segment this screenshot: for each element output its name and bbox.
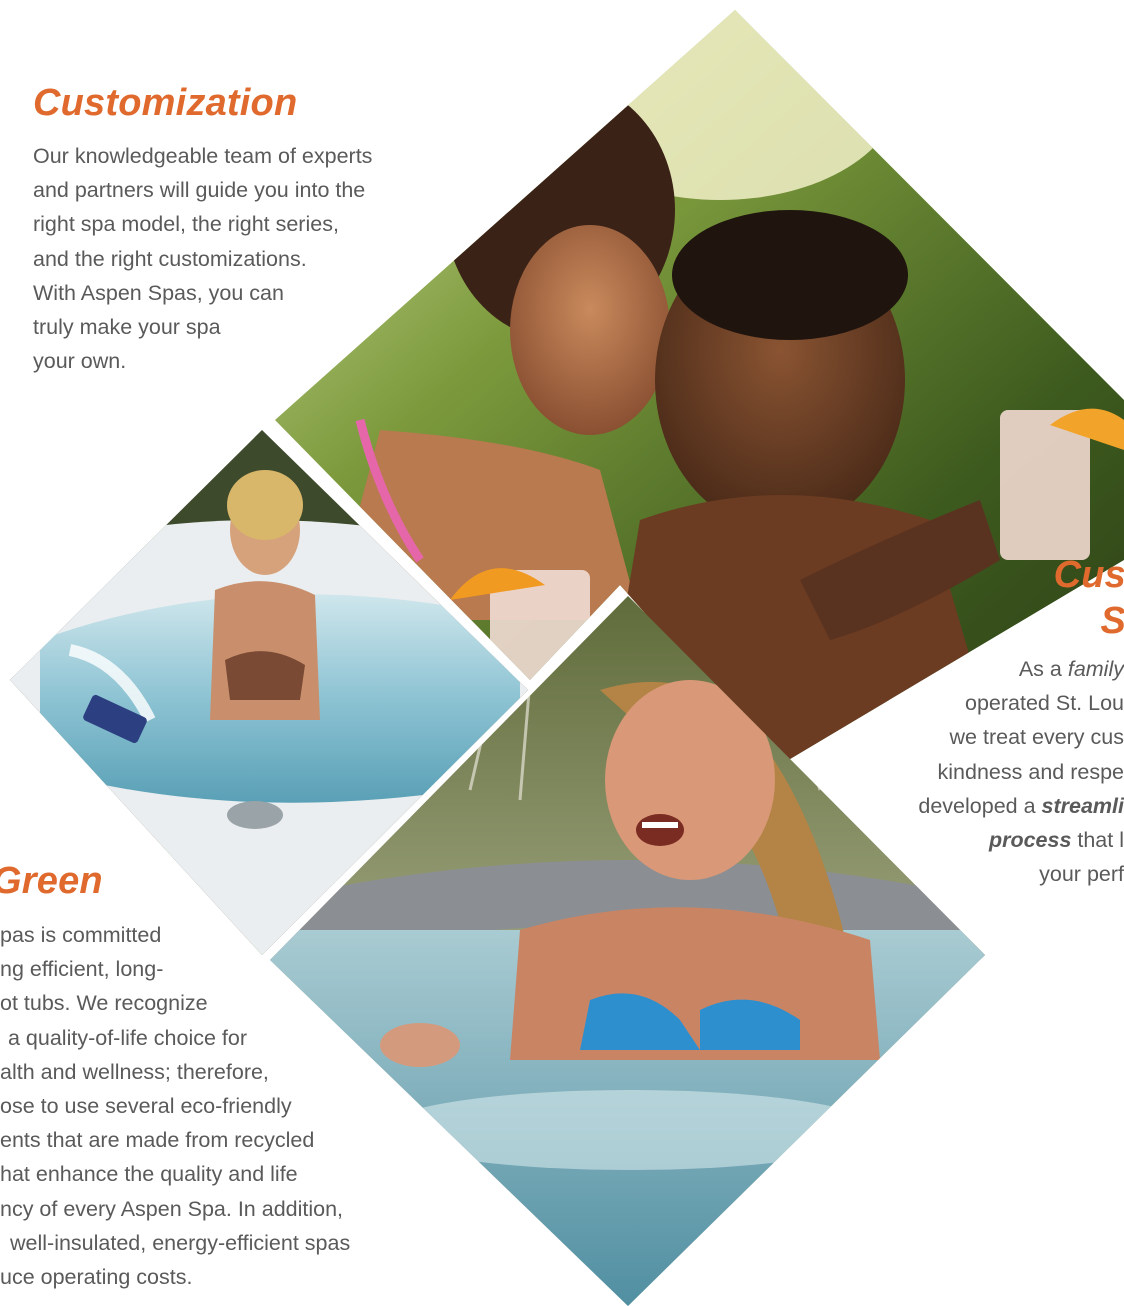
- service-line1-pre: As a: [1018, 657, 1068, 681]
- service-heading-line1: Cus: [1053, 554, 1124, 596]
- service-heading-line2: S: [1100, 600, 1124, 642]
- green-line: ng efficient, long-: [0, 957, 164, 982]
- service-line: we treat every cus: [949, 725, 1124, 750]
- customization-line: Our knowledgeable team of experts: [33, 144, 373, 168]
- customization-heading: Customization: [33, 82, 298, 124]
- green-line: alth and wellness; therefore,: [0, 1059, 269, 1084]
- customization-line: right spa model, the right series,: [33, 212, 339, 237]
- green-line: ncy of every Aspen Spa. In addition,: [0, 1196, 344, 1221]
- service-heading: Cus S: [924, 552, 1124, 644]
- service-line5-strong: streamli: [1041, 793, 1124, 818]
- customization-line: With Aspen Spas, you can: [33, 280, 284, 305]
- green-line: pas is committed: [0, 923, 162, 947]
- green-line: uce operating costs.: [0, 1265, 193, 1290]
- green-line: ents that are made from recycled: [0, 1128, 315, 1153]
- green-body: pas is committed ng efficient, long- ot …: [0, 918, 480, 1294]
- green-line: hat enhance the quality and life: [0, 1162, 298, 1187]
- service-line: operated St. Lou: [965, 691, 1124, 716]
- service-line6-post: that l: [1071, 828, 1124, 853]
- green-line: well-insulated, energy-efficient spas: [10, 1230, 351, 1255]
- green-line: ot tubs. We recognize: [0, 991, 208, 1016]
- service-line6-strong: process: [988, 828, 1072, 853]
- customization-line: and the right customizations.: [33, 246, 307, 271]
- service-line: your perf: [1039, 862, 1124, 887]
- customization-line: truly make your spa: [33, 315, 221, 340]
- service-line1-em: family: [1067, 657, 1124, 681]
- service-line: process that l: [824, 823, 1124, 857]
- service-body: As a family operated St. Lou we treat ev…: [824, 652, 1124, 891]
- green-heading: Green: [0, 860, 103, 902]
- service-line5-pre: developed a: [918, 793, 1042, 818]
- green-line: ose to use several eco-friendly: [0, 1094, 292, 1119]
- service-line: As a family: [824, 652, 1124, 686]
- green-line: a quality-of-life choice for: [8, 1025, 247, 1050]
- service-line: developed a streamli: [824, 789, 1124, 823]
- customization-line: and partners will guide you into the: [33, 178, 366, 203]
- service-line: kindness and respe: [937, 759, 1124, 784]
- customization-body: Our knowledgeable team of experts and pa…: [33, 139, 372, 378]
- customization-line: your own.: [33, 349, 127, 374]
